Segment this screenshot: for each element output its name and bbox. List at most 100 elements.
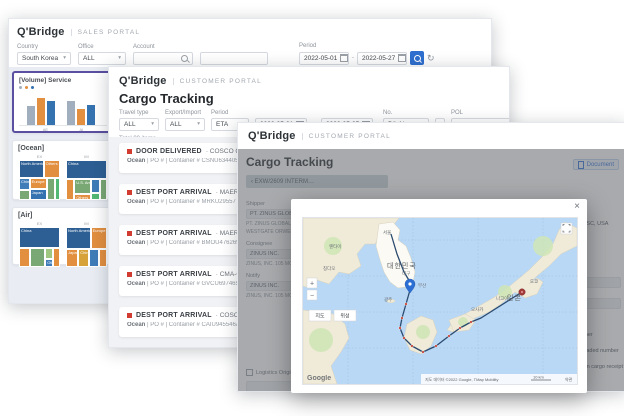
chart-legend	[19, 86, 107, 89]
country-select[interactable]: South Korea ▾	[17, 52, 71, 65]
volume-chart-title: [Volume] Service	[19, 77, 107, 84]
svg-text:지도 데이터 ©2022 Google, TMap Mobi: 지도 데이터 ©2022 Google, TMap Mobility	[425, 376, 499, 382]
sales-dashboard: [Volume] Service AEAI [Ocean] EXNorth Am…	[9, 67, 117, 303]
treemap-label: IM	[84, 221, 88, 226]
treemap: China Oth...	[19, 227, 60, 267]
search-icon	[181, 55, 188, 62]
treemap-block: Oth...	[45, 259, 53, 267]
account-label: Account	[133, 44, 193, 50]
treemap-block: Europe	[30, 178, 47, 189]
chevron-down-icon: ▾	[118, 56, 121, 62]
treemap-block: North America	[19, 160, 44, 178]
status-label: DEST PORT ARRIVAL	[136, 189, 212, 196]
chevron-down-icon: ▾	[197, 122, 200, 128]
bar-group-label: AE	[43, 127, 48, 132]
route-dot	[405, 303, 408, 306]
customer-header: Q'Bridge CUSTOMER PORTAL	[119, 75, 499, 87]
export-import-select[interactable]: ALL ▾	[165, 118, 205, 131]
bar	[77, 109, 85, 125]
route-map[interactable]: 대한민국 일본 서울대구광주부산옌타이칭다오오사카나고야도쿄	[302, 217, 578, 385]
period-from-value: 2022-05-01	[304, 55, 337, 62]
zoom-in-button[interactable]: +	[307, 278, 317, 288]
export-import-value: ALL	[170, 121, 182, 128]
no-label: No.	[383, 110, 429, 116]
status-label: DEST PORT ARRIVAL	[136, 312, 212, 319]
treemap-label: IM	[84, 154, 88, 159]
status-icon	[127, 190, 132, 195]
city-label: 나고야	[496, 295, 508, 302]
tracking-detail-window: Q'Bridge CUSTOMER PORTAL Cargo Tracking …	[237, 122, 624, 392]
treemap-block	[55, 178, 60, 200]
zoom-out-button[interactable]: −	[307, 290, 317, 300]
search-button[interactable]	[410, 51, 424, 65]
fullscreen-button[interactable]	[561, 223, 572, 234]
map-button: 지도	[315, 313, 325, 320]
route-dot	[435, 345, 438, 348]
treemap-block: Japan	[30, 189, 47, 200]
treemap-block: Europe	[91, 227, 107, 249]
ocean-treemaps: EXNorth AmericaOthersChinaEuropeJapanIMC…	[18, 154, 108, 200]
legend-dot	[31, 86, 34, 89]
period-from-input[interactable]: 2022-05-01	[299, 52, 349, 65]
label-south-korea: 대한민국	[387, 261, 417, 270]
destination-marker[interactable]	[519, 289, 525, 295]
svg-text:+: +	[310, 281, 314, 288]
desktop-canvas: Q'Bridge SALES PORTAL Country South Kore…	[0, 0, 624, 416]
svg-text:−: −	[310, 293, 314, 300]
bar-group	[27, 91, 55, 125]
treemap-block	[99, 249, 107, 267]
office-select[interactable]: ALL▾	[78, 52, 126, 65]
country-value: South Korea	[22, 55, 58, 62]
status-label: DEST PORT ARRIVAL	[136, 271, 212, 278]
treemap-block: North America	[66, 227, 91, 249]
close-icon[interactable]: ×	[574, 202, 580, 212]
refresh-button[interactable]: ↻	[427, 54, 435, 63]
bar	[27, 106, 35, 125]
chevron-down-icon: ▾	[63, 56, 66, 62]
volume-service-card[interactable]: [Volume] Service AEAI	[12, 71, 114, 133]
treemap-block: U.S. Ame...	[74, 179, 91, 193]
treemap-block	[89, 249, 99, 267]
map-terms-link[interactable]: 약관	[565, 376, 573, 382]
sales-portal-label: SALES PORTAL	[71, 29, 141, 36]
treemap-block	[19, 190, 30, 200]
map-attribution: 지도 데이터 ©2022 Google, TMap Mobility 10 km…	[421, 374, 577, 384]
city-label: 칭다오	[323, 265, 335, 272]
account-name-input[interactable]	[200, 52, 268, 65]
treemap-block	[45, 248, 53, 259]
tracking-portal-label: CUSTOMER PORTAL	[302, 133, 391, 140]
treemap-block: Japan	[66, 249, 78, 267]
satellite-button: 위성	[340, 313, 349, 320]
treemap: North AmericaOthersChinaEuropeJapan	[19, 160, 60, 200]
period-to-input[interactable]: 2022-05-27	[357, 52, 407, 65]
treemap: North AmericaEuropeJapanChina	[66, 227, 107, 267]
mode-label: Ocean	[127, 199, 145, 205]
route-dot	[448, 335, 451, 338]
treemap-block	[91, 193, 100, 200]
calendar-icon	[340, 54, 348, 62]
city-label: 광주	[384, 296, 392, 303]
status-icon	[127, 149, 132, 154]
treemap-block: China	[19, 227, 60, 248]
mode-label: Ocean	[127, 281, 145, 287]
air-treemap-card[interactable]: [Air] EXChinaOth...IMNorth AmericaEurope…	[12, 207, 114, 265]
air-treemaps: EXChinaOth...IMNorth AmericaEuropeJapanC…	[18, 221, 108, 267]
treemap-block	[100, 179, 107, 200]
mode-label: Ocean	[127, 240, 145, 246]
travel-type-select[interactable]: ALL▾	[119, 118, 159, 131]
customer-portal-label: CUSTOMER PORTAL	[173, 78, 262, 85]
country-label: Country	[17, 44, 71, 50]
app-logo: Q'Bridge	[248, 130, 296, 142]
bar-group-labels: AEAI	[19, 126, 107, 132]
volume-bar-chart	[19, 91, 107, 126]
bar	[67, 101, 75, 125]
tracking-content: Cargo Tracking ‹ EXW/2609 INTERM… Docume…	[238, 149, 624, 391]
export-import-label: Export/Import	[165, 110, 205, 116]
route-map-modal: ×	[291, 199, 587, 393]
bar	[37, 98, 45, 125]
app-logo: Q'Bridge	[119, 75, 167, 87]
account-search-input[interactable]	[133, 52, 193, 65]
status-icon	[127, 231, 132, 236]
city-label: 서울	[383, 229, 391, 236]
ocean-treemap-card[interactable]: [Ocean] EXNorth AmericaOthersChinaEurope…	[12, 140, 114, 200]
